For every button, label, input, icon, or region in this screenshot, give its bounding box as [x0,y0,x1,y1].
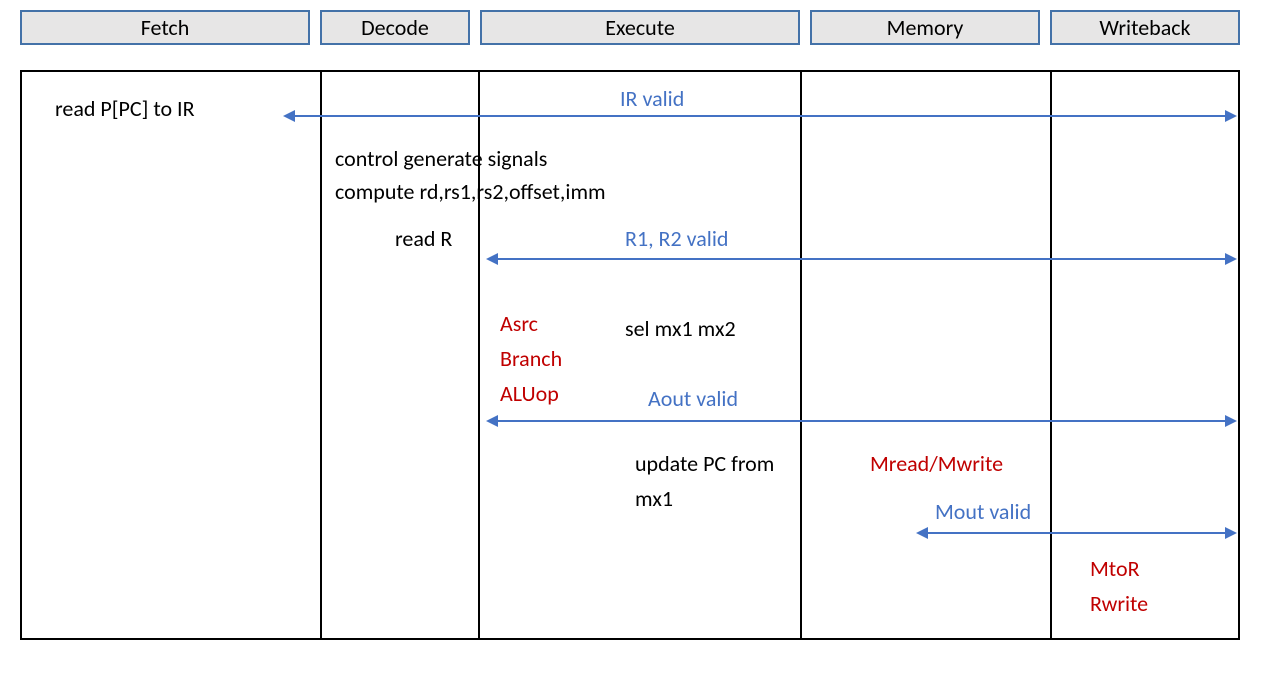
pipeline-timeline-box [20,70,1240,640]
stage-memory-label: Memory [887,14,964,41]
divider-fetch-decode [320,70,322,640]
exec-updatepc1: update PC from [635,450,774,477]
arrow-r1r2-left [486,253,498,265]
stage-decode-label: Decode [361,14,429,41]
arrow-aout-right [1225,415,1237,427]
arrow-mout-line [928,532,1226,534]
wb-mtor: MtoR [1090,555,1140,582]
arrow-ir-valid-right [1225,110,1237,122]
arrow-r1r2-line [498,258,1226,260]
stage-fetch-header: Fetch [20,10,310,45]
exec-aluop: ALUop [500,380,559,407]
arrow-aout-line [498,420,1226,422]
arrow-r1r2-right [1225,253,1237,265]
exec-asrc: Asrc [500,310,538,337]
arrow-aout-left [486,415,498,427]
arrow-mout-right [1225,527,1237,539]
signal-ir-valid: IR valid [620,85,684,112]
arrow-ir-valid-left [283,110,295,122]
arrow-ir-valid-line [295,115,1225,117]
exec-branch: Branch [500,345,562,372]
signal-aout-valid: Aout valid [648,385,738,412]
stage-decode-header: Decode [320,10,470,45]
stage-writeback-header: Writeback [1050,10,1240,45]
signal-r1r2-valid: R1, R2 valid [625,225,728,252]
stage-fetch-label: Fetch [141,14,190,41]
stage-execute-label: Execute [605,14,675,41]
divider-memory-writeback [1050,70,1052,640]
exec-sel: sel mx1 mx2 [625,315,736,342]
arrow-mout-left [916,527,928,539]
decode-line2: compute rd,rs1,rs2,offset,imm [335,178,606,205]
decode-readR: read R [395,225,452,252]
stage-execute-header: Execute [480,10,800,45]
exec-updatepc2: mx1 [635,485,673,512]
stage-memory-header: Memory [810,10,1040,45]
stage-writeback-label: Writeback [1099,14,1190,41]
fetch-action: read P[PC] to IR [55,95,195,122]
divider-execute-memory [800,70,802,640]
wb-rwrite: Rwrite [1090,590,1148,617]
mem-mread-mwrite: Mread/Mwrite [870,450,1003,477]
signal-mout-valid: Mout valid [935,498,1031,525]
decode-line1: control generate signals [335,145,547,172]
